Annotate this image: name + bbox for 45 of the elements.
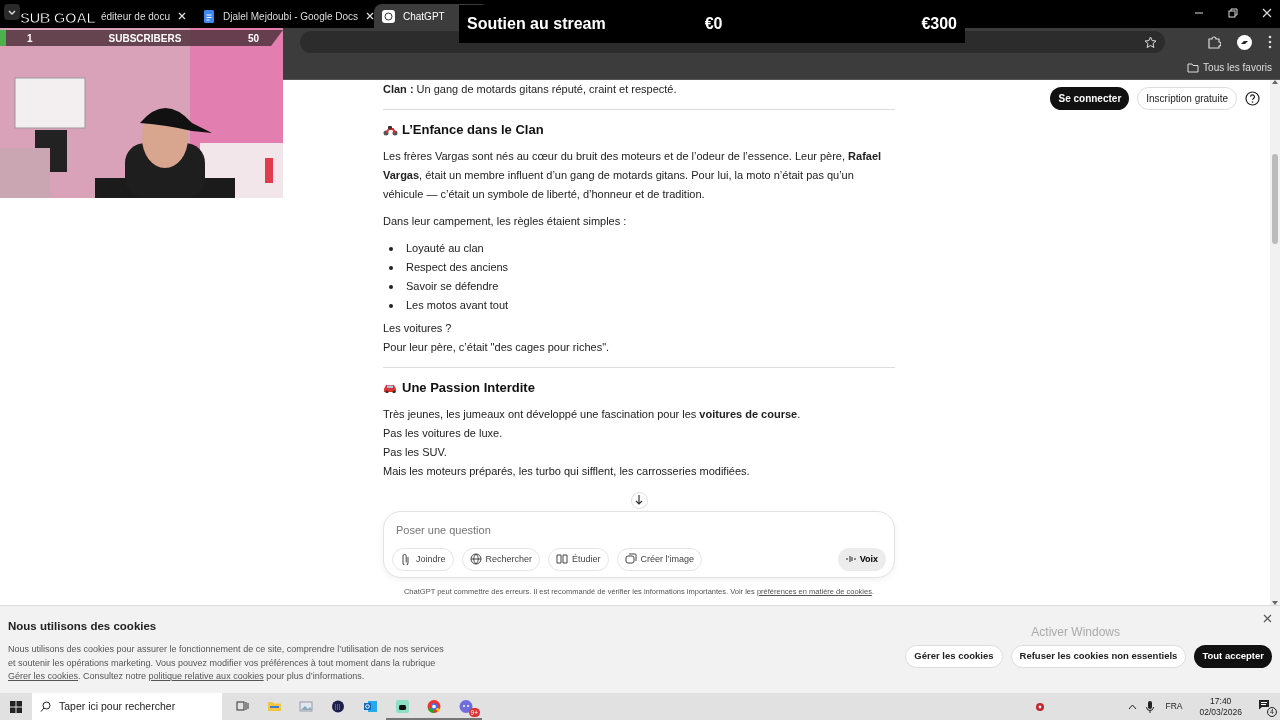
goal-target: 50 — [247, 31, 259, 46]
text-line: Les voitures ? — [383, 321, 453, 336]
tool-button[interactable]: Rechercher — [461, 547, 541, 571]
text-line: Très jeunes, les jumeaux ont développé une fascination pour les voitures de course. — [383, 407, 802, 422]
browser-tab[interactable]: éditeur de docu — [98, 4, 194, 28]
cookie-button[interactable]: Tout accepter — [1194, 645, 1272, 668]
text-line: Pas les SUV. — [383, 445, 448, 460]
list-item: Savoir se défendre — [406, 279, 499, 294]
activation-notice: Activer Windows — [1031, 624, 1120, 641]
cookie-title: Nous utilisons des cookies — [8, 619, 158, 634]
cookie-text: Nous utilisons des cookies pour assurer le fonctionnement de ce site, comprendre l’utilisation de nos services et soutenir les opérations marketing. Vous pouvez modifier vos préférences à tout moment dans la rubrique Gérer les cookies. Consultez notre politique relative aux cookies pour plus d’informations. — [8, 643, 445, 684]
taskbar-search-field[interactable]: Taper ici pour rechercher — [32, 693, 222, 720]
tool-button[interactable]: Étudier — [548, 547, 609, 571]
list-item: Les motos avant tout — [406, 298, 509, 313]
bookmarks-folder[interactable]: Tous les favoris — [1187, 60, 1272, 75]
section-heading: L’Enfance dans le Clan — [402, 121, 544, 139]
list-item: Loyauté au clan — [406, 241, 484, 256]
message-input[interactable]: Poser une question — [392, 519, 886, 540]
clock[interactable]: 17:40 02/03/2026 — [1199, 695, 1242, 718]
tool-button[interactable]: Créer l’image — [616, 547, 703, 571]
browser-tab[interactable]: Djalel Mejdoubi - Google Docs — [194, 4, 374, 28]
cookie-button[interactable]: Gérer les cookies — [905, 645, 1003, 668]
text-line: Pour leur père, c’était "des cages pour riches". — [383, 340, 611, 355]
goal-current: 1 — [27, 31, 33, 46]
paragraph: Clan : Un gang de motards gitans réputé, craint et respecté. — [383, 82, 678, 97]
goal-label: SUBSCRIBERS — [108, 31, 182, 46]
clock-time: 17:40 — [1210, 695, 1232, 707]
message-composer[interactable]: Poser une question Joindre Rechercher Étudier Créer l’image Voix — [383, 510, 895, 578]
text-line: Mais les moteurs préparés, les turbo qui sifflent, les carrosseries modifiées. — [383, 464, 751, 479]
voice-button[interactable]: Voix — [837, 547, 886, 571]
goal-target: €300 — [921, 14, 957, 34]
section-heading: Une Passion Interdite — [402, 379, 535, 397]
cookie-button[interactable]: Refuser les cookies non essentiels — [1010, 645, 1187, 668]
goal-title: SUB GOAL — [20, 8, 96, 28]
goal-current: €0 — [704, 14, 723, 34]
language-indicator[interactable]: FRA — [1165, 700, 1183, 713]
signup-button[interactable]: Inscription gratuite — [1137, 87, 1237, 110]
cookie-link[interactable]: politique relative aux cookies — [148, 671, 264, 682]
paragraph: Dans leur campement, les règles étaient simples : — [383, 214, 628, 229]
clock-date: 02/03/2026 — [1199, 706, 1242, 718]
list-item: Respect des anciens — [406, 260, 509, 275]
paragraph: Les frères Vargas sont nés au cœur du bruit des moteurs et de l’odeur de l’essence. Leur père, Rafael Vargas, était un membre influent d’un gang de motards gitans. Pour lui, la moto n’était pas qu’un véhicule — c’était un symbole de liberté, d’honneur et de tradition. — [383, 149, 883, 202]
tool-button[interactable]: Joindre — [392, 547, 454, 571]
login-button[interactable]: Se connecter — [1050, 87, 1130, 110]
text-line: Pas les voitures de luxe. — [383, 426, 504, 441]
